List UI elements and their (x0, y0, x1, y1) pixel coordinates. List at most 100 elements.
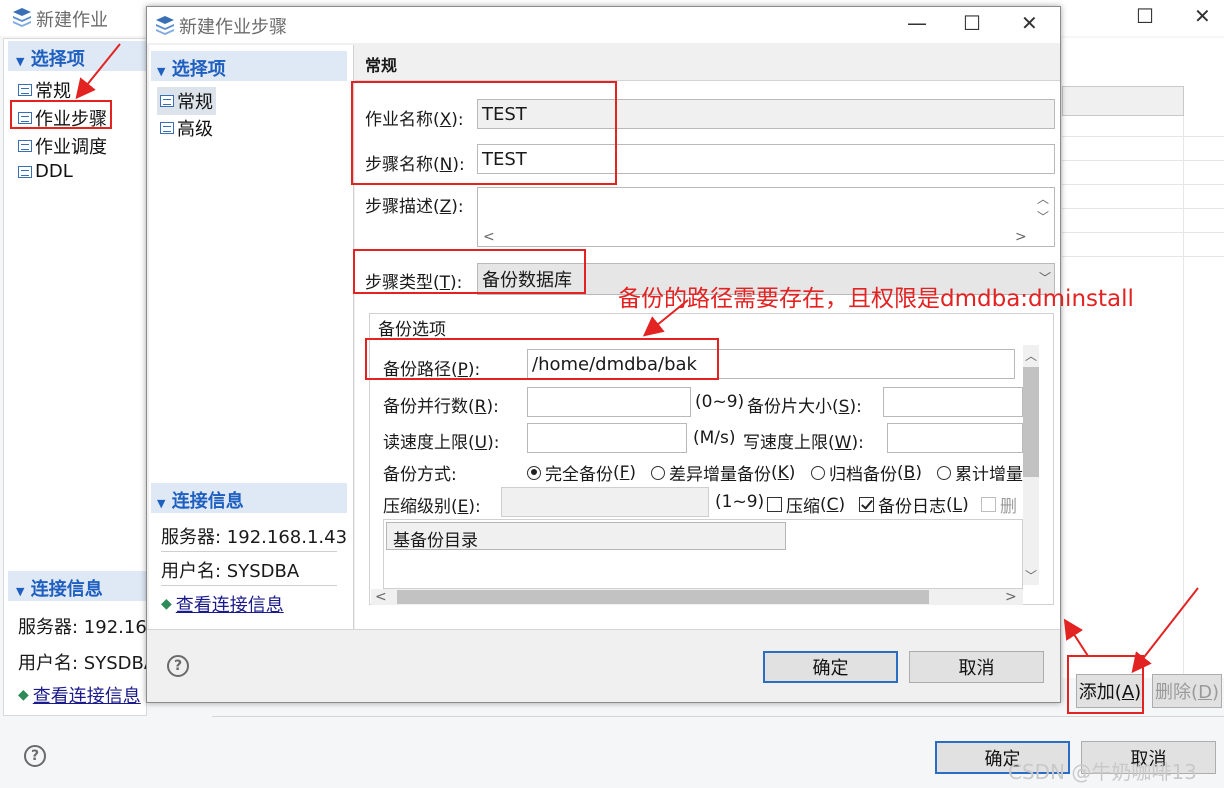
collapse-icon: ▼ (16, 585, 25, 598)
link-label: 查看连接信息 (32, 686, 141, 707)
parallel-field[interactable] (527, 387, 691, 417)
delete-button-label: 删除 (1155, 682, 1192, 703)
selection-title: 选择项 (171, 59, 226, 80)
step-desc-label: 步骤描述(Z): (365, 197, 464, 217)
help-icon[interactable]: ? (167, 655, 189, 677)
window-title: 新建作业 (36, 10, 108, 31)
dialog-title: 新建作业步骤 (179, 17, 287, 38)
scroll-right-icon[interactable]: > (1005, 589, 1017, 605)
scroll-left-icon[interactable]: < (375, 589, 387, 605)
bg-selection-title: 选择项 (30, 49, 85, 70)
table-header-cell[interactable] (1062, 86, 1184, 116)
backup-mode-label: 备份方式: (383, 465, 457, 485)
radio-cumulative-clip: 累计增量 (937, 457, 1023, 481)
connection-title: 连接信息 (171, 491, 244, 512)
connection-header[interactable]: ▼ 连接信息 (157, 487, 244, 513)
link-label: 查看连接信息 (175, 595, 284, 616)
selection-header[interactable]: ▼ 选择项 (157, 55, 226, 81)
bg-view-connection-link[interactable]: ◆ 查看连接信息 (18, 682, 141, 708)
nav-item-advanced[interactable]: 高级 (160, 115, 213, 141)
page-icon (18, 84, 32, 96)
backup-options-title: 备份选项 (375, 315, 449, 340)
read-limit-label: 读速度上限(U): (383, 433, 500, 453)
radio-archive-backup[interactable]: 归档备份(B) (811, 460, 922, 485)
compress-checkbox[interactable]: 压缩(C) (767, 492, 845, 517)
radio-icon (937, 465, 951, 480)
bg-step-table (1062, 38, 1224, 678)
radio-full-backup[interactable]: 完全备份(F) (527, 460, 636, 485)
bg-connection-header[interactable]: ▼ 连接信息 (16, 575, 103, 601)
nav-item-label: 作业调度 (35, 137, 107, 158)
bg-selection-panel: ▼ 选择项 常规 作业步骤 作业调度 DDL ▼ 连接信息 服务器: 192.1… (3, 38, 204, 716)
page-icon (160, 122, 174, 134)
scroll-up-icon[interactable]: ︿ (1025, 347, 1037, 364)
radio-cumulative-backup[interactable]: 累计增量 (937, 460, 1023, 481)
write-limit-label: 写速度上限(W): (743, 433, 864, 453)
nav-item-label: 常规 (177, 92, 213, 113)
compress-level-hint: (1~9) (715, 492, 765, 512)
watermark: CSDN @牛奶咖啡13 (1008, 760, 1197, 784)
scroll-down-icon[interactable]: ﹀ (1037, 208, 1049, 225)
radio-selected-icon (527, 465, 541, 480)
nav-item-label: DDL (35, 161, 73, 182)
minimize-icon[interactable]: — (907, 11, 927, 35)
scroll-left-icon[interactable]: < (483, 229, 495, 245)
scroll-down-icon[interactable]: ﹀ (1025, 567, 1037, 584)
checkbox-icon (981, 497, 996, 512)
bg-connection-title: 连接信息 (30, 579, 103, 600)
collapse-icon: ▼ (157, 65, 166, 78)
section-header-label: 常规 (365, 56, 398, 75)
base-dir-column-header[interactable]: 基备份目录 (386, 522, 786, 551)
checkbox-icon (767, 497, 782, 512)
annotation-box-add-button (1067, 655, 1144, 714)
horizontal-scrollbar-thumb[interactable] (397, 590, 929, 604)
bg-nav-item-job-schedule[interactable]: 作业调度 (18, 133, 107, 159)
vertical-scrollbar-thumb[interactable] (1023, 367, 1039, 477)
radio-icon (811, 465, 825, 480)
maximize-icon[interactable]: ☐ (1136, 4, 1154, 28)
help-icon[interactable]: ? (24, 745, 46, 767)
delete-button[interactable]: 删除(D) (1152, 674, 1222, 708)
bg-selection-header[interactable]: ▼ 选择项 (16, 45, 85, 71)
scroll-right-icon[interactable]: > (1015, 229, 1027, 245)
ok-button[interactable]: 确定 (763, 651, 898, 683)
connection-icon: ◆ (161, 596, 172, 612)
piece-size-field[interactable] (883, 387, 1023, 417)
annotation-box-backup-path (365, 338, 719, 380)
maximize-icon[interactable]: ☐ (963, 11, 981, 35)
write-limit-field[interactable] (887, 423, 1023, 453)
read-limit-hint: (M/s) (693, 428, 736, 448)
page-icon (18, 140, 32, 152)
collapse-icon: ▼ (16, 55, 25, 68)
bg-nav-item-ddl[interactable]: DDL (18, 161, 73, 182)
server-info: 服务器: 192.168.1.43 (161, 527, 348, 548)
dialog-titlebar: 新建作业步骤 — ☐ ✕ (147, 7, 1060, 43)
selection-panel: ▼ 选择项 常规 高级 ▼ 连接信息 服务器: 192.168.1.43 用户名… (149, 45, 354, 629)
collapse-icon: ▼ (157, 497, 166, 510)
read-limit-field[interactable] (527, 423, 687, 453)
cancel-button[interactable]: 取消 (909, 651, 1044, 683)
step-desc-textarea[interactable] (477, 187, 1055, 247)
parallel-label: 备份并行数(R): (383, 397, 499, 417)
compress-level-label: 压缩级别(E): (383, 497, 481, 517)
annotation-box-step-type (353, 249, 586, 294)
delete-checkbox[interactable]: 删 (981, 492, 1023, 517)
bg-user-info: 用户名: SYSDBA (18, 653, 157, 674)
page-icon (160, 95, 174, 107)
radio-differential-backup[interactable]: 差异增量备份(K) (651, 460, 795, 485)
close-icon[interactable]: ✕ (1194, 4, 1211, 28)
app-icon (156, 16, 174, 35)
compress-level-field[interactable] (501, 487, 709, 517)
radio-icon (651, 465, 665, 480)
backup-log-checkbox[interactable]: 备份日志(L) (859, 492, 969, 517)
user-info: 用户名: SYSDBA (161, 561, 300, 582)
scroll-up-icon[interactable]: ︿ (1037, 190, 1049, 207)
nav-item-label: 高级 (177, 119, 213, 140)
close-icon[interactable]: ✕ (1021, 11, 1038, 35)
nav-item-general[interactable]: 常规 (157, 87, 216, 115)
checkbox-checked-icon (859, 497, 874, 512)
connection-icon: ◆ (18, 687, 29, 703)
view-connection-link[interactable]: ◆ 查看连接信息 (161, 591, 284, 617)
app-icon (13, 8, 31, 27)
page-icon (18, 165, 32, 178)
